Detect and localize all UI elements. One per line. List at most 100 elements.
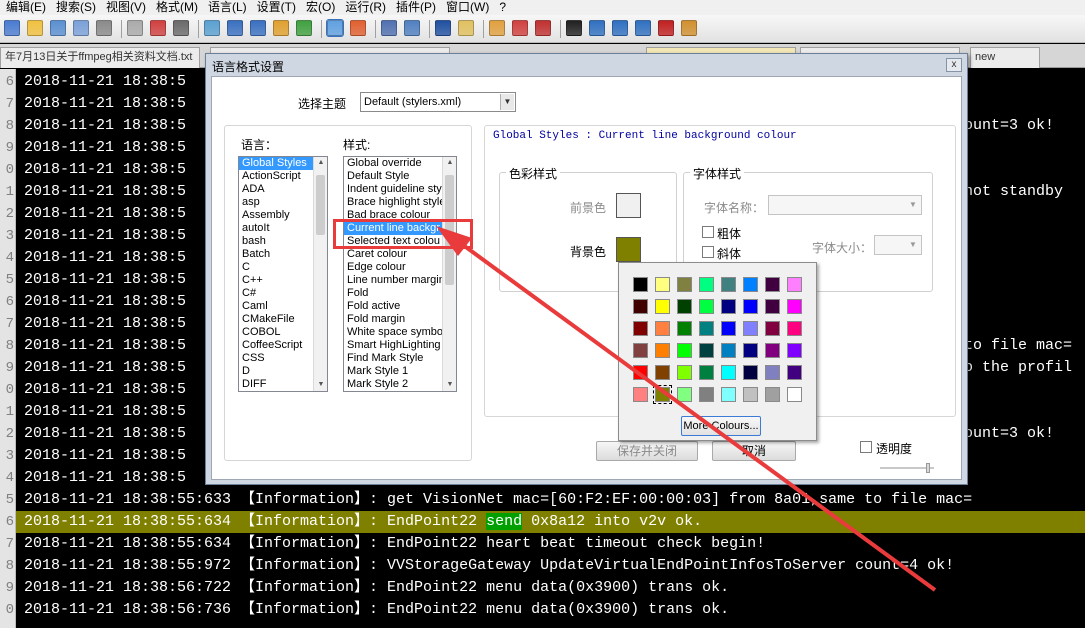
color-cell[interactable] (655, 277, 670, 292)
toolbar-button-icon[interactable] (73, 20, 89, 36)
color-cell[interactable] (655, 365, 670, 380)
color-cell[interactable] (787, 387, 802, 402)
color-cell[interactable] (677, 365, 692, 380)
color-cell[interactable] (721, 365, 736, 380)
color-cell[interactable] (633, 277, 648, 292)
style-list-scrollbar[interactable]: ▲ ▼ (442, 157, 456, 391)
scroll-up-icon[interactable]: ▲ (314, 157, 327, 169)
scroll-up-icon[interactable]: ▲ (443, 157, 456, 169)
toolbar-button-icon[interactable] (404, 20, 420, 36)
style-item[interactable]: Indent guideline sty (344, 183, 456, 196)
color-cell[interactable] (655, 343, 670, 358)
style-item[interactable]: Fold (344, 287, 456, 300)
style-item[interactable]: Caret colour (344, 248, 456, 261)
color-cell[interactable] (765, 387, 780, 402)
font-name-select[interactable]: ▼ (768, 195, 922, 215)
style-item[interactable]: Edge colour (344, 261, 456, 274)
close-icon[interactable]: x (946, 58, 962, 72)
transparency-slider[interactable] (880, 463, 934, 473)
color-cell[interactable] (765, 365, 780, 380)
menu-item[interactable]: 搜索(S) (50, 0, 100, 15)
scroll-down-icon[interactable]: ▼ (314, 379, 327, 391)
italic-checkbox[interactable] (702, 246, 714, 258)
color-cell[interactable] (677, 343, 692, 358)
menu-item[interactable]: 编辑(E) (0, 0, 50, 15)
color-cell[interactable] (721, 387, 736, 402)
toolbar-button-icon[interactable] (4, 20, 20, 36)
tab[interactable]: new (970, 47, 1040, 68)
editor-line[interactable]: 2018-11-21 18:38:55:972 【Information】: V… (16, 555, 1085, 577)
color-cell[interactable] (787, 277, 802, 292)
toolbar-button-icon[interactable] (681, 20, 697, 36)
menu-item[interactable]: 格式(M) (150, 0, 202, 15)
style-item[interactable]: Mark Style 2 (344, 378, 456, 391)
color-cell[interactable] (721, 299, 736, 314)
bold-checkbox[interactable] (702, 226, 714, 238)
color-cell[interactable] (721, 321, 736, 336)
style-item[interactable]: Mark Style 1 (344, 365, 456, 378)
toolbar-button-icon[interactable] (658, 20, 674, 36)
scroll-thumb[interactable] (316, 175, 325, 235)
color-cell[interactable] (743, 321, 758, 336)
color-cell[interactable] (765, 321, 780, 336)
color-cell[interactable] (655, 299, 670, 314)
color-cell[interactable] (743, 299, 758, 314)
menu-item[interactable]: 运行(R) (339, 0, 390, 15)
toolbar-button-icon[interactable] (489, 20, 505, 36)
menu-item[interactable]: 宏(O) (300, 0, 339, 15)
color-cell[interactable] (743, 387, 758, 402)
toolbar-button-icon[interactable] (96, 20, 112, 36)
color-cell[interactable] (765, 299, 780, 314)
style-list[interactable]: Global override Default Style Indent guide… (343, 156, 457, 392)
current-line[interactable]: 2018-11-21 18:38:55:634 【Information】: E… (16, 511, 1085, 533)
font-size-select[interactable]: ▼ (874, 235, 922, 255)
color-cell[interactable] (743, 277, 758, 292)
menu-item[interactable]: 设置(T) (251, 0, 300, 15)
toolbar-button-icon[interactable] (273, 20, 289, 36)
background-color-swatch[interactable] (616, 237, 641, 262)
color-cell[interactable] (633, 343, 648, 358)
color-cell[interactable] (743, 343, 758, 358)
toolbar-button-icon[interactable] (173, 20, 189, 36)
style-item[interactable]: Fold margin (344, 313, 456, 326)
color-cell[interactable] (633, 365, 648, 380)
toolbar-button-icon[interactable] (150, 20, 166, 36)
color-cell[interactable] (743, 365, 758, 380)
transparency-checkbox[interactable] (860, 441, 872, 453)
color-cell[interactable] (765, 343, 780, 358)
color-cell[interactable] (721, 277, 736, 292)
menu-item[interactable]: ? (493, 0, 510, 15)
style-item[interactable]: Default Style (344, 170, 456, 183)
more-colours-button[interactable]: More Colours... (681, 416, 761, 436)
color-cell[interactable] (699, 387, 714, 402)
toolbar-button-icon[interactable] (566, 20, 582, 36)
menu-item[interactable]: 语言(L) (202, 0, 251, 15)
color-cell[interactable] (633, 299, 648, 314)
toolbar-button-icon[interactable] (589, 20, 605, 36)
color-cell[interactable] (677, 321, 692, 336)
color-cell[interactable] (655, 321, 670, 336)
color-cell[interactable] (765, 277, 780, 292)
toolbar-button-icon[interactable] (50, 20, 66, 36)
color-cell[interactable] (653, 385, 672, 404)
editor-line[interactable]: 2018-11-21 18:38:55:633 【Information】: g… (16, 489, 1085, 511)
editor-line[interactable]: 2018-11-21 18:38:56:736 【Information】: E… (16, 599, 1085, 621)
style-item[interactable]: Smart HighLighting (344, 339, 456, 352)
toolbar-button-icon[interactable] (458, 20, 474, 36)
toolbar-button-icon[interactable] (27, 20, 43, 36)
color-cell[interactable] (699, 299, 714, 314)
theme-select[interactable]: Default (stylers.xml) ▼ (360, 92, 516, 112)
color-cell[interactable] (787, 321, 802, 336)
toolbar-button-icon[interactable] (635, 20, 651, 36)
menu-item[interactable]: 插件(P) (390, 0, 440, 15)
style-item[interactable]: Brace highlight style (344, 196, 456, 209)
style-item[interactable]: Global override (344, 157, 456, 170)
color-cell[interactable] (677, 299, 692, 314)
cancel-button[interactable]: 取消 (712, 441, 796, 461)
toolbar-button-icon[interactable] (296, 20, 312, 36)
color-cell[interactable] (787, 299, 802, 314)
menu-item[interactable]: 窗口(W) (440, 0, 493, 15)
color-cell[interactable] (787, 365, 802, 380)
toolbar-button-icon[interactable] (250, 20, 266, 36)
toolbar-button-icon[interactable] (127, 20, 143, 36)
